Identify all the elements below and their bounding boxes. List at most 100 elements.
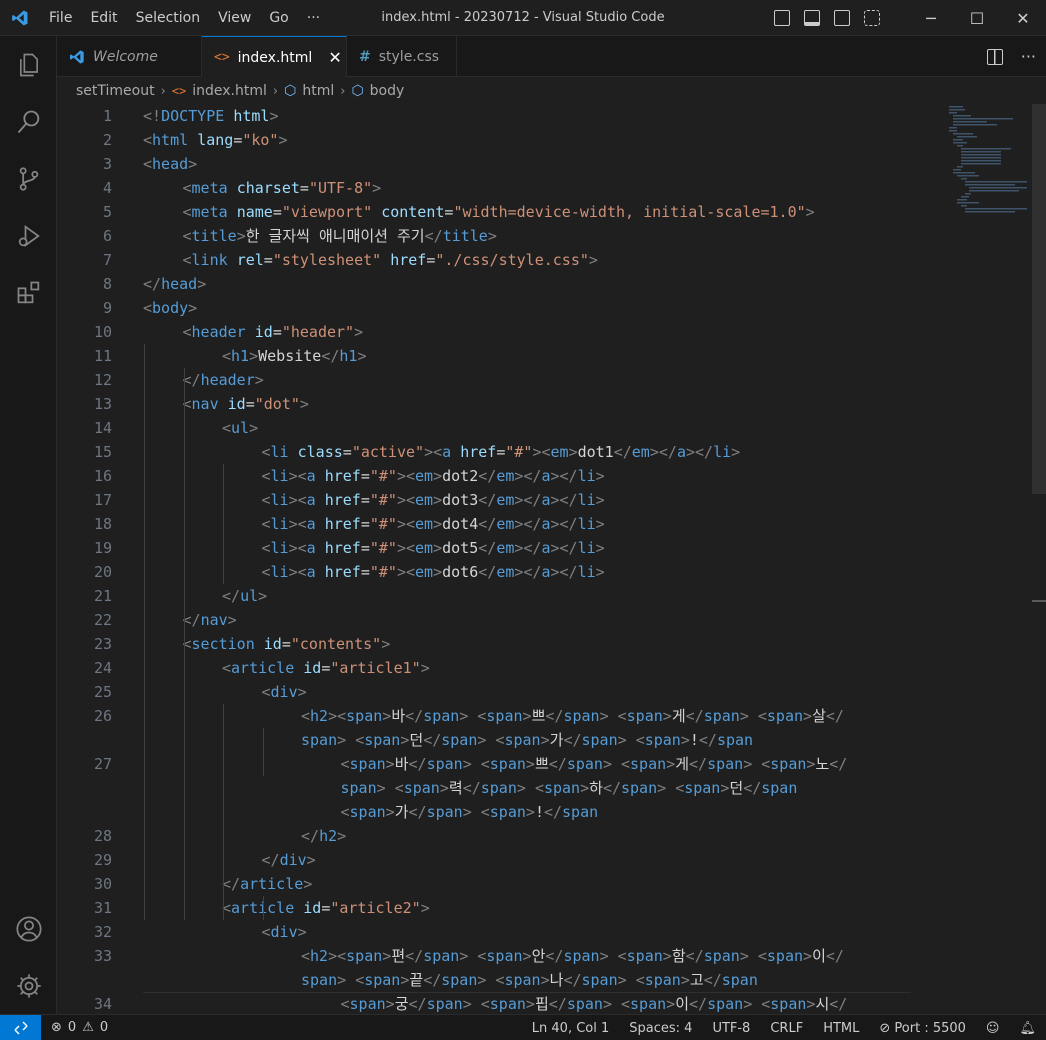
- customize-layout-icon[interactable]: [864, 10, 880, 26]
- code-token: head: [161, 275, 198, 293]
- problems-indicator[interactable]: ⊗ 0 ⚠ 0: [41, 1020, 108, 1035]
- code-token: </: [703, 971, 722, 989]
- code-token: a: [306, 467, 316, 485]
- code-token: 하: [589, 779, 603, 797]
- language-mode[interactable]: HTML: [823, 1021, 859, 1036]
- code-token: <: [406, 539, 416, 557]
- line-ending[interactable]: CRLF: [770, 1021, 803, 1036]
- toggle-primary-sidebar-icon[interactable]: [774, 10, 790, 26]
- menu-file[interactable]: File: [40, 0, 81, 36]
- code-token: >: [739, 947, 749, 965]
- code-token: span: [707, 995, 744, 1013]
- run-debug-icon[interactable]: [0, 207, 57, 264]
- toggle-secondary-sidebar-icon[interactable]: [834, 10, 850, 26]
- cursor-position[interactable]: Ln 40, Col 1: [532, 1021, 609, 1036]
- code-token: >: [297, 683, 307, 701]
- code-token: >: [188, 155, 198, 173]
- menu-selection[interactable]: Selection: [127, 0, 210, 36]
- code-token: >: [357, 347, 367, 365]
- breadcrumb-html[interactable]: html: [302, 83, 334, 99]
- encoding[interactable]: UTF-8: [712, 1021, 750, 1036]
- remote-indicator-icon[interactable]: [0, 1014, 41, 1040]
- extensions-icon[interactable]: [0, 264, 57, 321]
- breadcrumb-folder[interactable]: setTimeout: [76, 83, 155, 99]
- chevron-right-icon: ›: [272, 83, 279, 99]
- code-token: <: [480, 803, 490, 821]
- code-text: </header>: [183, 368, 264, 392]
- live-server-port[interactable]: ⊘ Port : 5500: [879, 1021, 966, 1036]
- code-token: em: [496, 491, 515, 509]
- source-control-icon[interactable]: [0, 150, 57, 207]
- code-line: 6 <title>한 글자씩 애니매이션 주기</title>: [57, 224, 912, 248]
- code-token: DOCTYPE: [161, 107, 225, 125]
- code-token: 이: [812, 947, 826, 965]
- toggle-panel-icon[interactable]: [804, 10, 820, 26]
- code-token: >: [288, 515, 298, 533]
- code-token: >: [595, 515, 605, 533]
- code-token: meta: [191, 203, 228, 221]
- code-line: 8 </head>: [57, 272, 912, 296]
- feedback-icon[interactable]: ☺: [986, 1021, 1000, 1036]
- minimap[interactable]: [947, 104, 1037, 224]
- tab-welcome[interactable]: Welcome: [57, 36, 202, 77]
- breadcrumb-file[interactable]: index.html: [192, 83, 267, 99]
- settings-gear-icon[interactable]: [0, 957, 57, 1014]
- code-token: id: [303, 899, 322, 917]
- code-token: <: [301, 707, 311, 725]
- code-editor[interactable]: 1 <!DOCTYPE html> 2 <html lang="ko"> 3 <head>…: [57, 104, 1046, 1014]
- split-editor-icon[interactable]: [986, 48, 1003, 65]
- code-token: 바: [394, 755, 409, 773]
- code-token: span: [340, 779, 377, 797]
- code-token: =: [360, 563, 370, 581]
- error-icon: ⊗: [51, 1020, 62, 1035]
- code-text: <span>바</span> <span>쁘</span> <span>게</s…: [341, 752, 848, 776]
- code-token: >: [306, 851, 316, 869]
- menu-view[interactable]: View: [209, 0, 260, 36]
- maximize-icon[interactable]: ☐: [954, 0, 1000, 36]
- code-token: li: [577, 539, 596, 557]
- code-token: <: [761, 995, 771, 1013]
- code-line: 33 <h2><span>편</span> <span>안</span> <spa…: [57, 944, 912, 968]
- code-token: >: [487, 227, 497, 245]
- menu-more[interactable]: ···: [298, 0, 329, 36]
- code-token: a: [442, 443, 452, 461]
- account-icon[interactable]: [0, 900, 57, 957]
- code-token: span: [504, 731, 541, 749]
- code-text: <title>한 글자씩 애니매이션 주기</title>: [183, 224, 497, 248]
- code-token: <: [480, 995, 490, 1013]
- code-token: "#": [369, 539, 397, 557]
- minimize-icon[interactable]: ─: [908, 0, 954, 36]
- code-token: a: [306, 491, 316, 509]
- code-token: 끝: [409, 971, 424, 989]
- menu-edit[interactable]: Edit: [81, 0, 126, 36]
- close-tab-icon[interactable]: ✕: [328, 48, 341, 67]
- indent-guide: [223, 464, 224, 584]
- code-token: >: [396, 539, 406, 557]
- tab-index-html[interactable]: <> index.html ✕: [202, 36, 347, 78]
- code-token: >: [525, 755, 535, 773]
- explorer-icon[interactable]: [0, 36, 57, 93]
- breadcrumb-body[interactable]: body: [370, 83, 405, 99]
- search-icon[interactable]: [0, 93, 57, 150]
- menu-go[interactable]: Go: [260, 0, 297, 36]
- tab-style-css[interactable]: # style.css: [347, 36, 457, 77]
- code-token: em: [496, 515, 515, 533]
- more-actions-icon[interactable]: ···: [1021, 47, 1036, 66]
- close-window-icon[interactable]: ✕: [1000, 0, 1046, 36]
- code-token: <: [761, 755, 771, 773]
- vertical-scrollbar[interactable]: [1032, 104, 1046, 494]
- code-token: >: [249, 347, 259, 365]
- code-token: "ko": [242, 131, 279, 149]
- code-token: =: [263, 251, 273, 269]
- notifications-bell-icon[interactable]: 🔔︎: [1019, 1021, 1036, 1036]
- code-line: 13 <nav id="dot">: [57, 392, 912, 416]
- vscode-icon: [70, 49, 84, 64]
- code-text: </nav>: [183, 608, 237, 632]
- indentation[interactable]: Spaces: 4: [629, 1021, 692, 1036]
